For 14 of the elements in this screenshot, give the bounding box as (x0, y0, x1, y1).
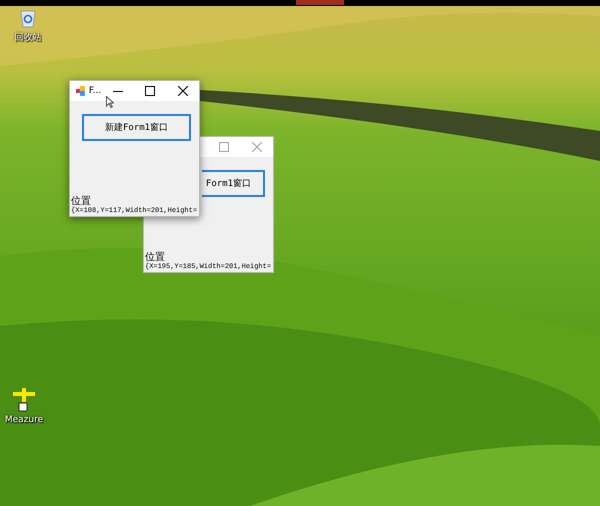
close-icon (178, 86, 188, 96)
close-icon (252, 142, 262, 152)
ruler-icon[interactable] (11, 388, 37, 412)
recycle-bin-icon[interactable] (19, 8, 37, 28)
window-title: F... (88, 86, 102, 96)
new-form-button[interactable]: Form1窗口 (202, 170, 265, 197)
app-icon (76, 86, 86, 96)
maximize-icon (145, 86, 156, 96)
desktop-icon-label[interactable]: Meazure (4, 415, 44, 425)
maximize-icon (218, 142, 228, 152)
new-form-button[interactable]: 新建Form1窗口 (82, 114, 191, 141)
window-edge-bar (296, 0, 344, 5)
position-label: 位置 (70, 197, 91, 207)
position-label: 位置 (144, 253, 165, 263)
